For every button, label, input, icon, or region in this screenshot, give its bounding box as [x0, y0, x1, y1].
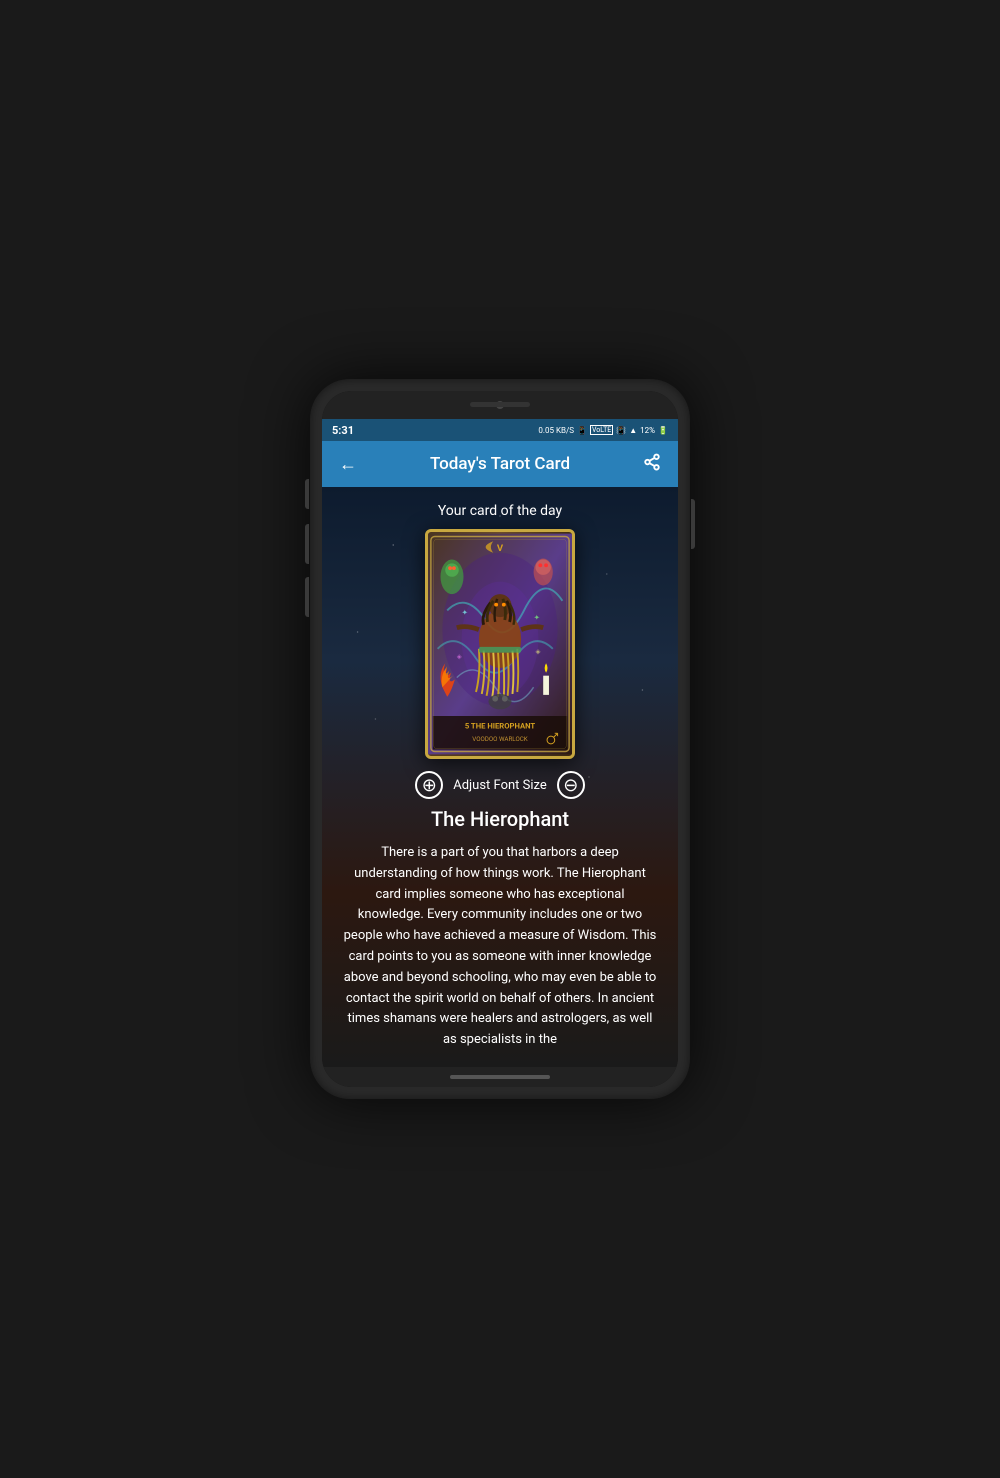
camera-button [305, 577, 309, 617]
font-size-label: Adjust Font Size [453, 778, 547, 793]
plus-icon: ⊕ [422, 776, 437, 794]
home-bar [450, 1075, 550, 1079]
card-title: The Hierophant [431, 807, 569, 831]
font-decrease-button[interactable]: ⊖ [557, 771, 585, 799]
earpiece-speaker [470, 402, 530, 407]
status-time: 5:31 [332, 424, 354, 437]
status-bar: 5:31 0.05 KB/S 📱 VoLTE 📳 ▲ 12% 🔋 [322, 419, 678, 441]
svg-text:✦: ✦ [462, 608, 469, 617]
svg-text:✦: ✦ [534, 613, 541, 622]
subtitle-text: Your card of the day [438, 503, 562, 519]
font-size-controls: ⊕ Adjust Font Size ⊖ [415, 771, 585, 799]
network-speed: 0.05 KB/S [538, 426, 574, 435]
volte-badge: VoLTE [590, 425, 613, 435]
power-button [691, 499, 695, 549]
volume-up-button [305, 479, 309, 509]
share-button[interactable] [640, 453, 664, 476]
app-bar-title: Today's Tarot Card [370, 454, 630, 474]
svg-text:5 THE HIEROPHANT: 5 THE HIEROPHANT [465, 721, 536, 730]
tarot-card-container: V [425, 529, 575, 759]
svg-text:◈: ◈ [536, 648, 542, 656]
svg-text:◈: ◈ [457, 652, 463, 660]
font-increase-button[interactable]: ⊕ [415, 771, 443, 799]
main-content: Your card of the day [322, 487, 678, 1067]
phone-screen: 5:31 0.05 KB/S 📱 VoLTE 📳 ▲ 12% 🔋 ← Today… [322, 391, 678, 1087]
app-bar: ← Today's Tarot Card [322, 441, 678, 487]
minus-icon: ⊖ [563, 776, 578, 794]
home-indicator [322, 1067, 678, 1087]
signal-icon: ▲ [629, 426, 637, 435]
battery-icon: 🔋 [658, 426, 668, 435]
battery-level: 12% [640, 426, 655, 435]
phone-frame: 5:31 0.05 KB/S 📱 VoLTE 📳 ▲ 12% 🔋 ← Today… [310, 379, 690, 1099]
volume-down-button [305, 524, 309, 564]
card-description: There is a part of you that harbors a de… [322, 831, 678, 1067]
back-button[interactable]: ← [336, 454, 360, 475]
svg-text:V: V [497, 543, 504, 554]
phone-icon: 📱 [577, 426, 587, 435]
phone-top-hardware [322, 391, 678, 419]
svg-text:VOODOO WARLOCK: VOODOO WARLOCK [472, 735, 528, 743]
tarot-card: V [425, 529, 575, 759]
status-icons: 0.05 KB/S 📱 VoLTE 📳 ▲ 12% 🔋 [538, 425, 668, 435]
vibrate-icon: 📳 [616, 426, 626, 435]
